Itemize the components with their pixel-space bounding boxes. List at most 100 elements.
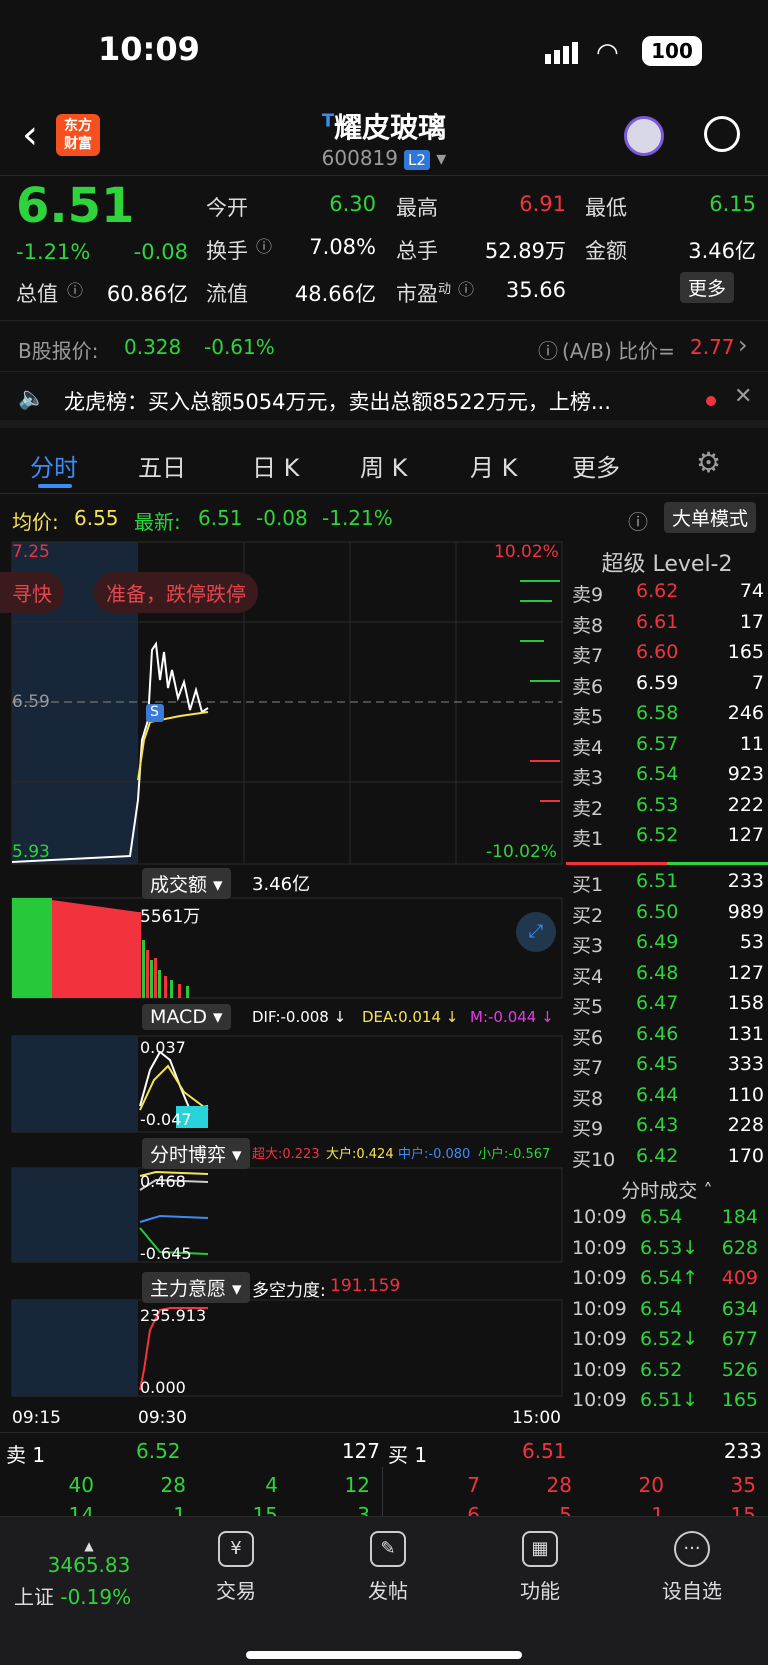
force-value: 191.159 bbox=[330, 1276, 401, 1296]
bid-price: 6.46 bbox=[636, 1022, 679, 1045]
bid-row[interactable]: 买7 6.45 333 bbox=[570, 1053, 768, 1083]
help-icon[interactable]: ⓘ bbox=[538, 335, 558, 364]
yen-icon: ¥ bbox=[218, 1531, 254, 1567]
nav-post[interactable]: ✎ 发帖 bbox=[333, 1517, 443, 1604]
more-button[interactable]: 更多 bbox=[680, 272, 735, 303]
bid-row[interactable]: 买10 6.42 170 bbox=[570, 1145, 768, 1175]
big-order-mode-button[interactable]: 大单模式 bbox=[664, 502, 757, 533]
battery-icon: 100 bbox=[642, 36, 702, 66]
robot-icon[interactable] bbox=[624, 116, 664, 156]
tick-volume: 677 bbox=[721, 1328, 758, 1350]
chart-top-pct: 10.02% bbox=[494, 542, 559, 562]
bid-price: 6.43 bbox=[636, 1114, 679, 1136]
queue-sell-order: 12 bbox=[344, 1473, 370, 1497]
macd-selector[interactable]: MACD ▾ bbox=[142, 1004, 231, 1030]
tick-price: 6.54↑ bbox=[640, 1267, 699, 1289]
nav-functions[interactable]: ▦ 功能 bbox=[485, 1517, 595, 1604]
low-value: 6.15 bbox=[709, 192, 756, 216]
tick-time: 10:09 bbox=[572, 1236, 627, 1259]
bid-row[interactable]: 买5 6.47 158 bbox=[570, 992, 768, 1022]
wifi-icon: ◠ bbox=[596, 38, 619, 68]
tick-price: 6.52↓ bbox=[640, 1328, 699, 1350]
tab-daily[interactable]: 日 K bbox=[252, 448, 299, 483]
bid-row[interactable]: 买1 6.51 233 bbox=[570, 870, 768, 900]
avg-line bbox=[137, 711, 209, 781]
ask-row[interactable]: 卖6 6.59 7 bbox=[570, 672, 768, 702]
tab-more[interactable]: 更多 bbox=[572, 448, 620, 483]
alert-pill-left[interactable]: 寻快 bbox=[0, 572, 64, 613]
info-icon[interactable]: ⓘ bbox=[256, 233, 272, 257]
tick-volume: 634 bbox=[721, 1297, 758, 1320]
ask-level: 卖4 bbox=[572, 736, 604, 759]
volume-value: 52.89万 bbox=[484, 239, 566, 263]
clock: 10:09 bbox=[98, 30, 200, 68]
ask-row[interactable]: 卖2 6.53 222 bbox=[570, 794, 768, 824]
bid-row[interactable]: 买2 6.50 989 bbox=[570, 901, 768, 931]
ask-row[interactable]: 卖5 6.58 246 bbox=[570, 702, 768, 732]
alert-pill[interactable]: 准备，跌停跌停 bbox=[94, 572, 258, 613]
pe-value: 35.66 bbox=[505, 278, 566, 302]
tick-time: 10:09 bbox=[572, 1206, 627, 1228]
bid-row[interactable]: 买8 6.44 110 bbox=[570, 1084, 768, 1114]
close-icon[interactable]: ✕ bbox=[734, 384, 752, 409]
volume-indicator-selector[interactable]: 成交额 ▾ bbox=[142, 868, 231, 899]
queue-buy-label: 买 1 bbox=[388, 1443, 428, 1467]
bid-price: 6.48 bbox=[636, 961, 679, 984]
game-selector[interactable]: 分时博弈 ▾ bbox=[142, 1138, 250, 1169]
tab-indicator bbox=[38, 484, 72, 488]
main-force-selector[interactable]: 主力意愿 ▾ bbox=[142, 1272, 250, 1303]
info-icon[interactable]: ⓘ bbox=[67, 277, 83, 301]
bid-price: 6.42 bbox=[636, 1144, 679, 1167]
bid-price: 6.44 bbox=[636, 1083, 679, 1106]
news-ticker[interactable]: 🔈 龙虎榜：买入总额5054万元，卖出总额8522万元，上榜... ✕ bbox=[0, 372, 768, 428]
ticks-title[interactable]: 分时成交 ˄ bbox=[566, 1176, 768, 1203]
ask-price: 6.54 bbox=[636, 763, 679, 785]
search-icon[interactable] bbox=[704, 116, 740, 152]
open-label: 今开 bbox=[206, 196, 248, 220]
gear-icon[interactable]: ⚙ bbox=[696, 446, 721, 479]
volume-label: 总手 bbox=[396, 239, 438, 263]
level2-title[interactable]: 超级 Level-2 bbox=[566, 546, 768, 578]
tab-weekly[interactable]: 周 K bbox=[360, 448, 407, 483]
ask-row[interactable]: 卖4 6.57 11 bbox=[570, 733, 768, 763]
tab-5day[interactable]: 五日 bbox=[138, 448, 186, 483]
ask-row[interactable]: 卖3 6.54 923 bbox=[570, 763, 768, 793]
change-pct: -1.21% bbox=[16, 240, 91, 264]
ask-price: 6.60 bbox=[636, 641, 679, 663]
tab-intraday[interactable]: 分时 bbox=[30, 448, 78, 483]
bid-price: 6.47 bbox=[636, 992, 679, 1014]
bid-row[interactable]: 买6 6.46 131 bbox=[570, 1023, 768, 1053]
unread-dot bbox=[706, 396, 716, 406]
ask-row[interactable]: 卖1 6.52 127 bbox=[570, 824, 768, 854]
chart-bottom-pct: -10.02% bbox=[486, 842, 557, 862]
ask-row[interactable]: 卖7 6.60 165 bbox=[570, 641, 768, 671]
bottom-nav: ▲ 3465.83 上证 -0.19% ¥ 交易 ✎ 发帖 ▦ 功能 ··· 设自选 bbox=[0, 1516, 768, 1665]
ab-ratio-value: 2.77 bbox=[690, 335, 735, 359]
nav-watchlist[interactable]: ··· 设自选 bbox=[637, 1517, 747, 1604]
expand-icon[interactable]: ⤢ bbox=[516, 912, 556, 952]
ask-row[interactable]: 卖8 6.61 17 bbox=[570, 611, 768, 641]
change-abs: -0.08 bbox=[133, 240, 188, 264]
amount-label: 金额 bbox=[585, 239, 627, 263]
nav-trade[interactable]: ¥ 交易 bbox=[181, 1517, 291, 1604]
bid-level: 买7 bbox=[572, 1057, 604, 1079]
ask-level: 卖7 bbox=[572, 645, 604, 667]
tick-time: 10:09 bbox=[572, 1358, 627, 1381]
bid-level: 买9 bbox=[572, 1118, 604, 1140]
b-share-label: B股报价: bbox=[18, 339, 99, 363]
bid-row[interactable]: 买4 6.48 127 bbox=[570, 962, 768, 992]
ask-row[interactable]: 卖9 6.62 74 bbox=[570, 580, 768, 610]
bid-level: 买2 bbox=[572, 904, 604, 927]
b-share-bar[interactable]: B股报价: 0.328 -0.61% ⓘ (A/B) 比价= 2.77 › bbox=[0, 320, 768, 372]
index-widget[interactable]: ▲ 3465.83 上证 -0.19% bbox=[14, 1539, 164, 1610]
ask-level: 卖9 bbox=[572, 584, 604, 606]
bid-row[interactable]: 买3 6.49 53 bbox=[570, 931, 768, 961]
help-icon[interactable]: ⓘ bbox=[628, 506, 648, 535]
bid-price: 6.49 bbox=[636, 931, 679, 953]
queue-buy-order: 28 bbox=[546, 1473, 572, 1497]
macd-bottom: -0.047 bbox=[140, 1110, 192, 1129]
status-bar: 10:09 ◠ 100 bbox=[0, 0, 768, 100]
tab-monthly[interactable]: 月 K bbox=[470, 448, 517, 483]
bid-row[interactable]: 买9 6.43 228 bbox=[570, 1114, 768, 1144]
ask-price: 6.62 bbox=[636, 580, 679, 602]
